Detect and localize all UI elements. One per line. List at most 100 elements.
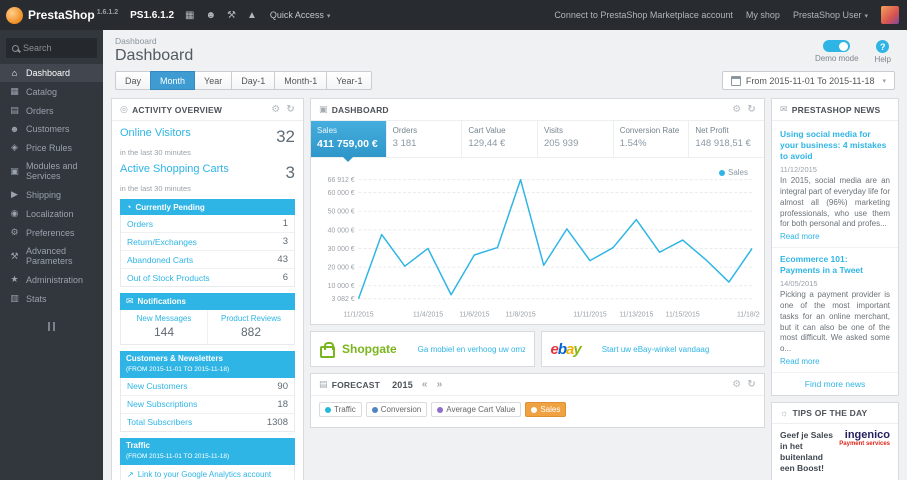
article-title-link[interactable]: Ecommerce 101: Payments in a Tweet: [780, 254, 890, 276]
brand-name: PrestaShop 1.6.1.2: [28, 8, 118, 22]
shopgate-link[interactable]: Ga mobiel en verhoog uw omzet: [418, 345, 525, 354]
find-more-news-link[interactable]: Find more news: [772, 373, 898, 391]
sidebar-item-shipping[interactable]: ▶ Shipping: [0, 185, 103, 204]
new-messages-value: 144: [153, 325, 175, 339]
user-menu[interactable]: PrestaShop User ▾: [793, 10, 868, 20]
sidebar-nav: ⌂ Dashboard ▦ Catalog ▤ Orders ☻ Customers ◈…: [0, 64, 103, 308]
kpi-visits[interactable]: Visits 205 939: [538, 121, 614, 157]
tips-body: Geef je Sales in het buitenland een Boos…: [772, 424, 898, 480]
activity-body: Online Visitors 32 in the last 30 minute…: [112, 121, 303, 480]
sidebar-item-stats[interactable]: ▥ Stats: [0, 289, 103, 308]
legend-label: Conversion: [380, 405, 422, 415]
sidebar-search[interactable]: [6, 38, 97, 58]
tips-of-the-day-panel: ☼ TIPS OF THE DAY Geef je Sales in het b…: [771, 402, 899, 480]
orders-link[interactable]: Orders: [127, 219, 153, 229]
sidebar: ⌂ Dashboard ▦ Catalog ▤ Orders ☻ Customers ◈…: [0, 30, 103, 480]
year-1-button[interactable]: Year-1: [326, 71, 373, 90]
month-button[interactable]: Month: [150, 71, 196, 90]
forecast-legend-traffic[interactable]: Traffic: [319, 402, 362, 418]
kpi-net-profit[interactable]: Net Profit 148 918,51 €: [689, 121, 764, 157]
svg-text:11/15/2015: 11/15/2015: [666, 311, 700, 318]
my-shop-link[interactable]: My shop: [746, 10, 780, 20]
refresh-icon[interactable]: ↻: [286, 104, 295, 115]
refresh-icon[interactable]: ↻: [747, 379, 756, 390]
new-customers-link[interactable]: New Customers: [127, 381, 187, 391]
search-input[interactable]: [23, 43, 91, 53]
breadcrumb[interactable]: Dashboard: [115, 36, 193, 46]
ebay-link[interactable]: Start uw eBay-winkel vandaag: [602, 345, 710, 354]
shopgate-ad[interactable]: Shopgate Ga mobiel en verhoog uw omzet: [310, 331, 535, 368]
globe-icon: ◉: [10, 208, 19, 218]
out-of-stock-link[interactable]: Out of Stock Products: [127, 273, 210, 283]
demo-mode-label: Demo mode: [814, 54, 859, 63]
prev-year-button[interactable]: «: [422, 379, 428, 390]
person-icon: ☻: [9, 124, 20, 134]
sidebar-item-administration[interactable]: ★ Administration: [0, 270, 103, 289]
help-icon[interactable]: ?: [876, 40, 890, 53]
next-year-button[interactable]: »: [437, 379, 443, 390]
sidebar-item-dashboard[interactable]: ⌂ Dashboard: [0, 64, 103, 82]
refresh-icon[interactable]: ↻: [747, 104, 756, 115]
sidebar-collapse-button[interactable]: [0, 322, 103, 331]
month-1-button[interactable]: Month-1: [274, 71, 328, 90]
day-button[interactable]: Day: [115, 71, 152, 90]
article-title-link[interactable]: Using social media for your business: 4 …: [780, 129, 890, 162]
row-value: 18: [277, 398, 288, 410]
table-row: Orders 1: [121, 215, 294, 233]
quick-access-menu[interactable]: Quick Access ▾: [270, 10, 331, 20]
svg-text:11/8/2015: 11/8/2015: [505, 311, 535, 318]
kpi-orders[interactable]: Orders 3 181: [387, 121, 463, 157]
read-more-link[interactable]: Read more: [780, 357, 890, 366]
returns-link[interactable]: Return/Exchanges: [127, 237, 197, 247]
shop-name[interactable]: PS1.6.1.2: [130, 10, 174, 21]
read-more-link[interactable]: Read more: [780, 232, 890, 241]
chevron-down-icon: ▾: [882, 77, 886, 85]
topbar-left: PrestaShop 1.6.1.2 PS1.6.1.2 ▦ ☻ ⚒ ▲ Quic…: [6, 6, 331, 24]
avatar[interactable]: [881, 6, 899, 24]
sidebar-item-preferences[interactable]: ⚙ Preferences: [0, 223, 103, 242]
forecast-legend-average-cart-value[interactable]: Average Cart Value: [431, 402, 522, 418]
sidebar-item-modules[interactable]: ▣ Modules and Services: [0, 157, 103, 185]
active-carts-metric: Active Shopping Carts 3: [120, 163, 295, 183]
sidebar-item-label: Administration: [26, 274, 84, 285]
product-reviews-link[interactable]: Product Reviews 882: [207, 310, 294, 344]
notifications-section-header: ✉ Notifications: [120, 293, 295, 310]
new-subscriptions-link[interactable]: New Subscriptions: [127, 399, 197, 409]
google-analytics-link[interactable]: ↗ Link to your Google Analytics account: [120, 464, 295, 480]
marketplace-connect-link[interactable]: Connect to PrestaShop Marketplace accoun…: [554, 10, 733, 20]
day-1-button[interactable]: Day-1: [231, 71, 276, 90]
rocket-icon[interactable]: ▲: [247, 10, 257, 21]
ebay-ad[interactable]: ebay Start uw eBay-winkel vandaag: [540, 331, 765, 368]
total-subscribers-link[interactable]: Total Subscribers: [127, 417, 192, 427]
gear-icon[interactable]: ⚙: [271, 104, 280, 115]
cart-icon[interactable]: ▦: [185, 10, 194, 21]
wrench-icon[interactable]: ⚒: [227, 10, 236, 21]
user-icon[interactable]: ☻: [205, 10, 216, 21]
active-carts-link[interactable]: Active Shopping Carts: [120, 163, 229, 175]
kpi-sales[interactable]: Sales 411 759,00 €: [311, 121, 387, 162]
gear-icon[interactable]: ⚙: [732, 379, 741, 390]
forecast-year[interactable]: 2015: [392, 380, 413, 390]
abandoned-carts-link[interactable]: Abandoned Carts: [127, 255, 193, 265]
forecast-legend-conversion[interactable]: Conversion: [365, 402, 428, 418]
sidebar-item-localization[interactable]: ◉ Localization: [0, 204, 103, 223]
year-button[interactable]: Year: [194, 71, 233, 90]
sidebar-item-advanced-parameters[interactable]: ⚒ Advanced Parameters: [0, 242, 103, 270]
demo-mode-toggle[interactable]: [823, 40, 851, 52]
sidebar-item-catalog[interactable]: ▦ Catalog: [0, 82, 103, 101]
gear-icon[interactable]: ⚙: [732, 104, 741, 115]
sidebar-item-label: Stats: [26, 293, 47, 304]
online-visitors-link[interactable]: Online Visitors: [120, 127, 191, 139]
date-range-picker[interactable]: From 2015-11-01 To 2015-11-18 ▾: [721, 71, 895, 90]
sun-icon: ☼: [780, 408, 789, 418]
prestashop-logo-icon[interactable]: [6, 6, 23, 24]
new-messages-link[interactable]: New Messages 144: [121, 310, 207, 344]
forecast-legend-sales[interactable]: Sales: [525, 402, 567, 418]
section-title: Traffic: [126, 440, 151, 450]
sidebar-item-customers[interactable]: ☻ Customers: [0, 120, 103, 138]
kpi-conversion-rate[interactable]: Conversion Rate 1.54%: [614, 121, 690, 157]
sidebar-item-orders[interactable]: ▤ Orders: [0, 101, 103, 120]
sidebar-item-price-rules[interactable]: ◈ Price Rules: [0, 138, 103, 157]
table-row: New Subscriptions 18: [121, 396, 294, 414]
kpi-cart-value[interactable]: Cart Value 129,44 €: [462, 121, 539, 157]
